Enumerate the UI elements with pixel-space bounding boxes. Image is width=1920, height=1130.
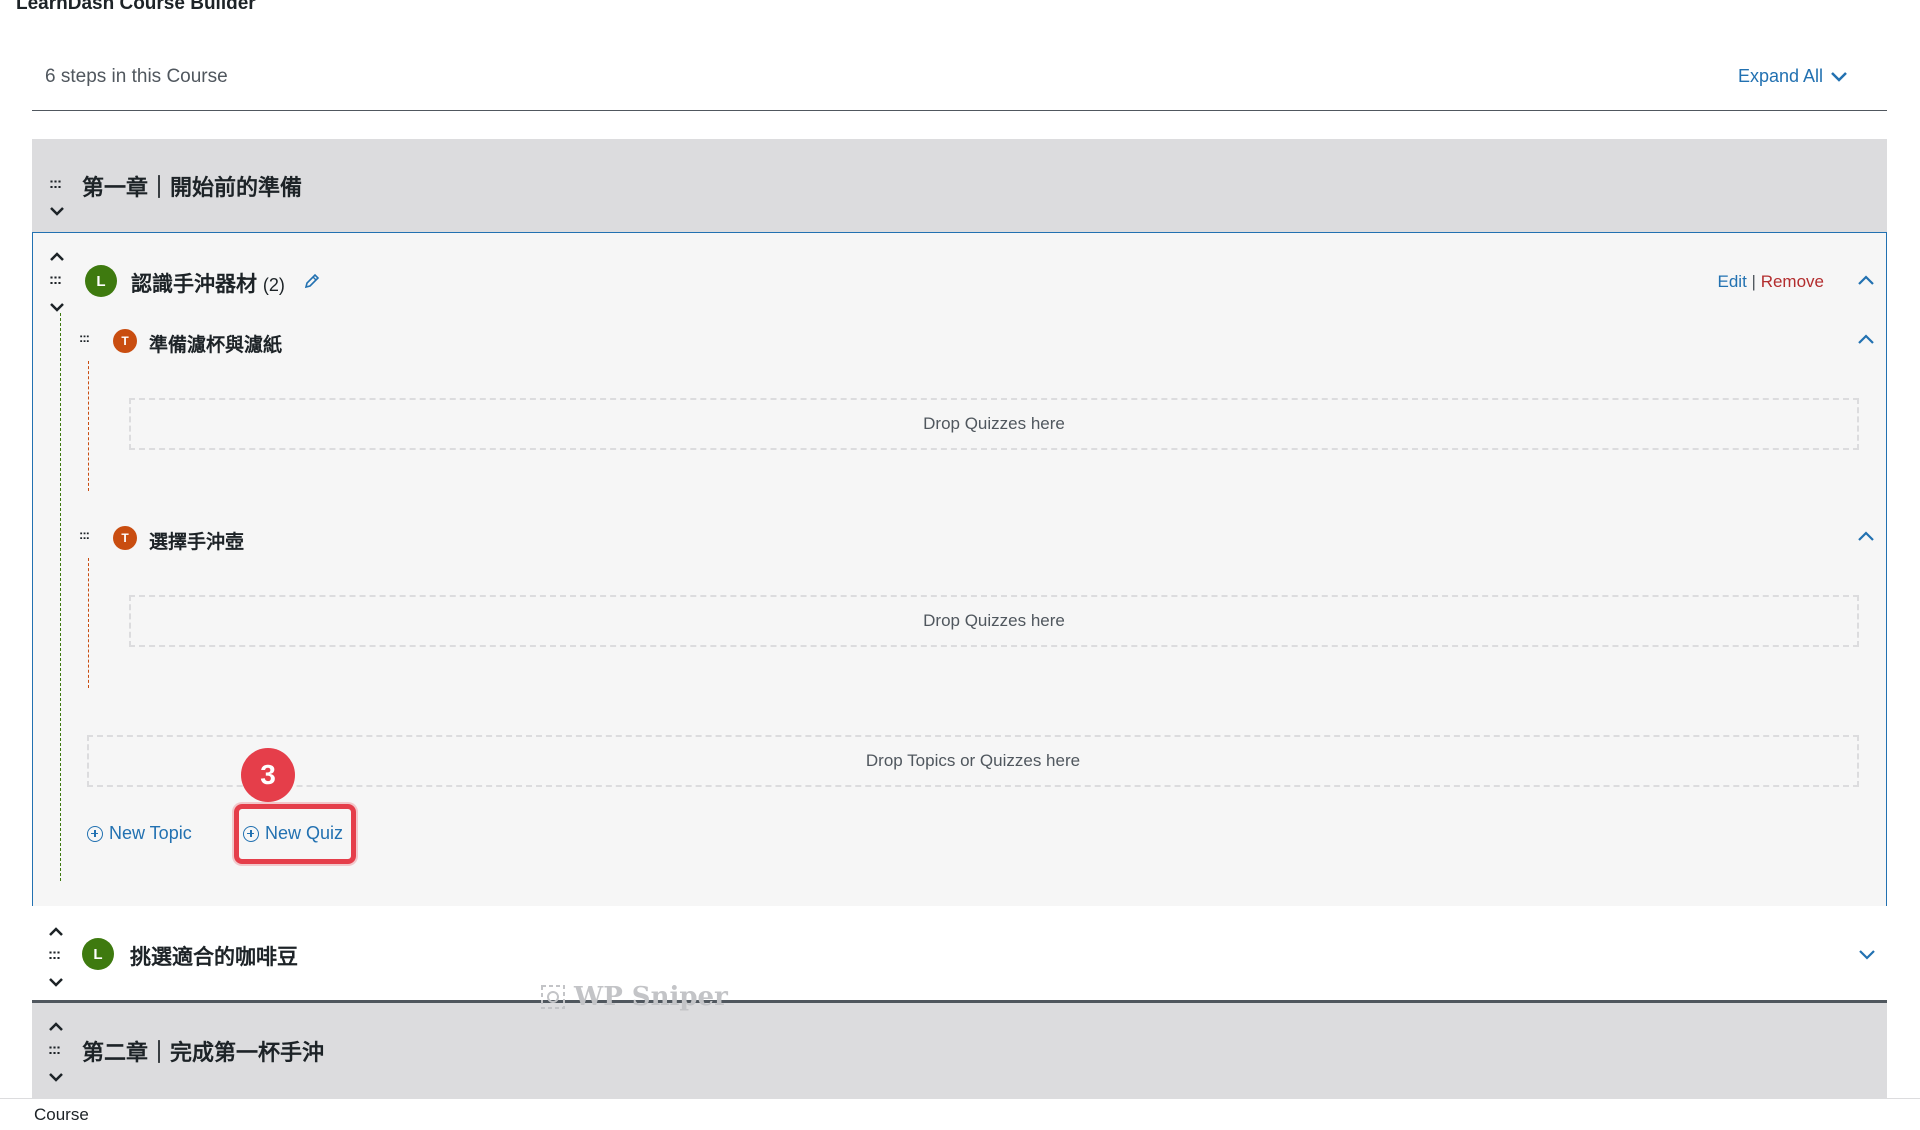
drag-handle-icon[interactable]: ::: xyxy=(48,947,61,962)
annotation-step-number: 3 xyxy=(241,748,295,802)
chevron-up-icon[interactable] xyxy=(50,251,64,261)
section-header-1[interactable]: ::: 第一章｜開始前的準備 xyxy=(32,139,1887,232)
chevron-up-icon[interactable] xyxy=(1858,531,1874,541)
steps-count: 6 steps in this Course xyxy=(45,66,228,87)
topic-badge: T xyxy=(113,526,137,550)
chevron-up-icon[interactable] xyxy=(49,926,63,936)
drag-handle-icon[interactable]: ::: xyxy=(79,331,90,344)
lesson-title[interactable]: 挑選適合的咖啡豆 xyxy=(130,941,298,971)
chevron-down-icon[interactable] xyxy=(50,207,64,217)
drag-handle-icon[interactable]: ::: xyxy=(48,1042,61,1057)
lesson-badge: L xyxy=(82,938,114,970)
expand-all-label: Expand All xyxy=(1737,66,1823,86)
wp-sniper-logo xyxy=(541,985,565,1009)
topic-title[interactable]: 選擇手沖壺 xyxy=(149,527,244,554)
drag-handle-icon[interactable]: ::: xyxy=(49,176,62,191)
chevron-down-icon[interactable] xyxy=(1859,950,1875,960)
chevron-down-icon[interactable] xyxy=(49,978,63,988)
chevron-down-icon xyxy=(1831,71,1847,82)
chevron-up-icon[interactable] xyxy=(1858,334,1874,344)
chevron-down-icon[interactable] xyxy=(50,303,64,313)
topic-connector-line xyxy=(88,558,89,688)
chevron-up-icon[interactable] xyxy=(1858,275,1874,285)
lesson-step-count: (2) xyxy=(262,275,285,295)
remove-link[interactable]: Remove xyxy=(1761,272,1824,291)
watermark: WP Sniper xyxy=(540,982,728,1012)
lesson-connector-line xyxy=(60,313,61,881)
plus-circle-icon xyxy=(87,825,103,842)
footer-tab-course[interactable]: Course xyxy=(34,1105,89,1125)
drag-handle-icon[interactable]: ::: xyxy=(79,528,90,541)
drag-handle-icon[interactable]: ::: xyxy=(49,272,62,287)
section-title: 第一章｜開始前的準備 xyxy=(82,175,303,200)
quiz-dropzone[interactable]: Drop Quizzes here xyxy=(129,595,1859,647)
edit-link[interactable]: Edit xyxy=(1718,272,1747,291)
new-topic-label: New Topic xyxy=(109,823,192,843)
section-header-2[interactable]: ::: 第二章｜完成第一杯手沖 xyxy=(32,1000,1887,1103)
expand-all-button[interactable]: Expand All xyxy=(1738,66,1847,87)
lesson-title[interactable]: 認識手沖器材 (2) xyxy=(131,268,285,298)
quiz-dropzone[interactable]: Drop Quizzes here xyxy=(129,398,1859,450)
action-separator: | xyxy=(1751,272,1756,291)
new-topic-button[interactable]: New Topic xyxy=(87,823,192,844)
annotation-highlight-box xyxy=(234,804,356,864)
section-title: 第二章｜完成第一杯手沖 xyxy=(82,1040,325,1065)
lesson-actions: Edit | Remove xyxy=(1718,272,1825,292)
topic-badge: T xyxy=(113,329,137,353)
topic-quiz-dropzone[interactable]: Drop Topics or Quizzes here xyxy=(87,735,1859,787)
topic-title[interactable]: 準備濾杯與濾紙 xyxy=(149,330,282,357)
chevron-down-icon[interactable] xyxy=(49,1073,63,1083)
footer-tab-bar: Course xyxy=(0,1098,1920,1130)
page-title: LearnDash Course Builder xyxy=(16,0,256,14)
watermark-text: WP Sniper xyxy=(574,982,728,1012)
lesson-item-collapsed[interactable]: ::: L 挑選適合的咖啡豆 xyxy=(32,906,1887,1000)
lesson-badge: L xyxy=(85,265,117,297)
pencil-icon[interactable] xyxy=(303,273,320,290)
course-steps-header: 6 steps in this Course Expand All xyxy=(32,56,1887,111)
topic-connector-line xyxy=(88,361,89,491)
lesson-title-text: 認識手沖器材 xyxy=(131,273,257,296)
chevron-up-icon[interactable] xyxy=(49,1021,63,1031)
